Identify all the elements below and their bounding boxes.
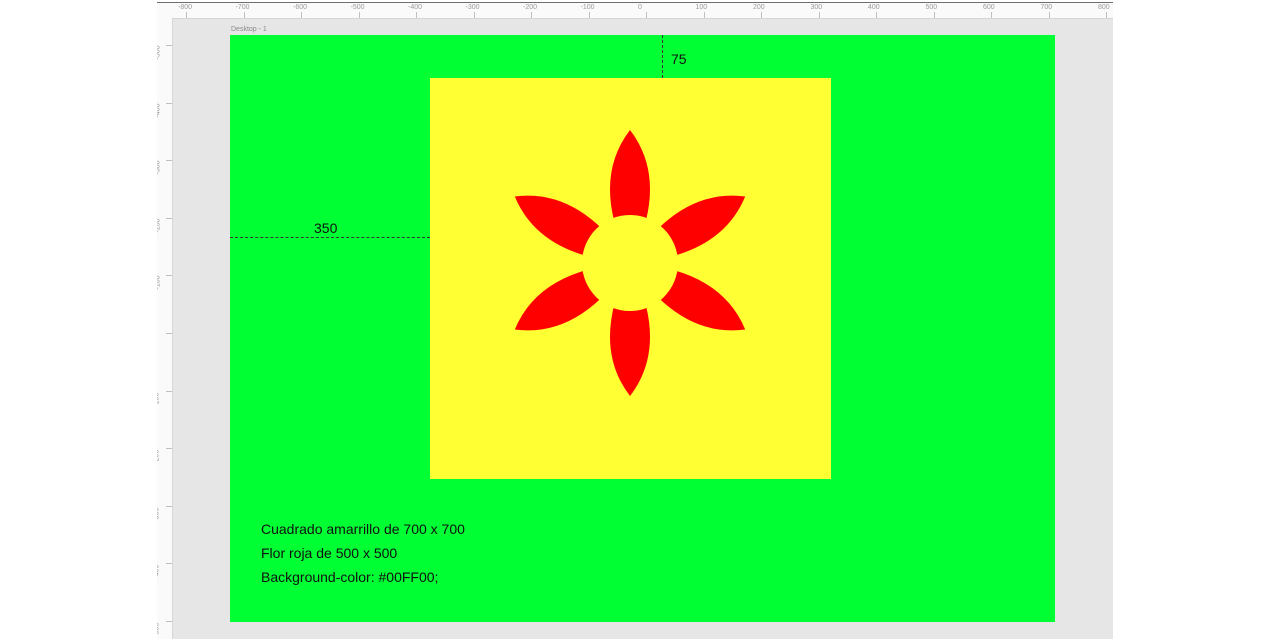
- note-square-size: Cuadrado amarrillo de 700 x 700: [261, 521, 465, 537]
- ruler-label-h: 0: [638, 4, 642, 11]
- ruler-label-v: -200: [157, 218, 162, 233]
- flower-center: [582, 215, 678, 311]
- ruler-tick-h: [243, 12, 245, 18]
- ruler-tick-h: [358, 12, 360, 18]
- ruler-tick-h: [186, 12, 187, 18]
- ruler-tick-h: [646, 12, 647, 18]
- red-flower-shape[interactable]: [514, 129, 747, 397]
- ruler-label-h: -600: [293, 4, 308, 11]
- ruler-tick-v: [166, 333, 172, 334]
- ruler-label-h: -100: [580, 4, 595, 11]
- ruler-label-h: 500: [925, 4, 938, 11]
- ruler-label-h: 700: [1040, 4, 1053, 11]
- horizontal-ruler: -800 -700 -600 -500 -400 -300 -200 -100 0 100 200 3…: [157, 3, 1113, 19]
- ruler-label-v: -400: [157, 103, 162, 118]
- ruler-tick-v: [166, 45, 172, 46]
- ruler-tick-h: [588, 12, 590, 18]
- ruler-tick-h: [818, 12, 820, 18]
- ruler-label-h: 800: [1098, 4, 1110, 11]
- design-canvas[interactable]: -800 -700 -600 -500 -400 -300 -200 -100 0 100 200 3…: [157, 2, 1113, 639]
- ruler-label-h: 300: [810, 4, 823, 11]
- ruler-label-v: -300: [157, 160, 162, 175]
- dimension-line-left: [230, 237, 430, 238]
- ruler-label-v: 200: [157, 449, 161, 462]
- ruler-label-v: 500: [157, 622, 161, 635]
- ruler-tick-h: [761, 12, 762, 18]
- ruler-tick-v: [166, 505, 172, 507]
- vertical-ruler: -500-400-300-200-1000100200300400500: [157, 18, 173, 639]
- ruler-tick-v: [166, 448, 172, 450]
- ruler-tick-h: [703, 12, 705, 18]
- ruler-label-v: 400: [157, 565, 161, 577]
- ruler-tick-h: [933, 12, 935, 18]
- note-flower-size: Flor roja de 500 x 500: [261, 545, 398, 561]
- ruler-tick-h: [473, 12, 475, 18]
- ruler-tick-h: [301, 12, 302, 18]
- ruler-tick-v: [166, 390, 172, 392]
- ruler-tick-v: [166, 621, 172, 622]
- dimension-label-left: 350: [314, 220, 338, 236]
- yellow-square[interactable]: [430, 78, 831, 479]
- artboard-desktop-1[interactable]: 75 350 Cuadrado amarrillo de 700 x 700 F…: [230, 35, 1055, 622]
- ruler-label-h: -800: [178, 4, 193, 11]
- ruler-label-v: -100: [157, 275, 162, 290]
- ruler-label-h: -200: [523, 4, 538, 11]
- ruler-label-h: 600: [983, 4, 995, 11]
- ruler-tick-h: [876, 12, 877, 18]
- ruler-label-h: -300: [465, 4, 480, 11]
- ruler-tick-h: [991, 12, 992, 18]
- ruler-label-h: -500: [350, 4, 365, 11]
- dimension-line-top: [662, 35, 663, 78]
- ruler-tick-h: [1048, 12, 1050, 18]
- note-background-color: Background-color: #00FF00;: [261, 569, 439, 585]
- dimension-label-top: 75: [671, 51, 687, 67]
- ruler-tick-v: [166, 275, 172, 277]
- ruler-label-h: 100: [695, 4, 708, 11]
- ruler-tick-v: [166, 102, 172, 104]
- ruler-tick-v: [166, 217, 172, 219]
- ruler-label-v: -500: [157, 45, 162, 60]
- artboard-label[interactable]: Desktop - 1: [231, 26, 267, 33]
- ruler-label-h: 200: [753, 4, 765, 11]
- ruler-tick-v: [166, 563, 172, 565]
- ruler-label-v: 300: [157, 507, 161, 520]
- ruler-tick-h: [1106, 12, 1107, 18]
- ruler-label-h: -400: [408, 4, 423, 11]
- ruler-tick-h: [531, 12, 532, 18]
- ruler-label-h: -700: [235, 4, 250, 11]
- ruler-tick-v: [166, 160, 172, 162]
- ruler-label-v: 100: [157, 392, 161, 404]
- ruler-tick-h: [416, 12, 417, 18]
- ruler-label-h: 400: [868, 4, 880, 11]
